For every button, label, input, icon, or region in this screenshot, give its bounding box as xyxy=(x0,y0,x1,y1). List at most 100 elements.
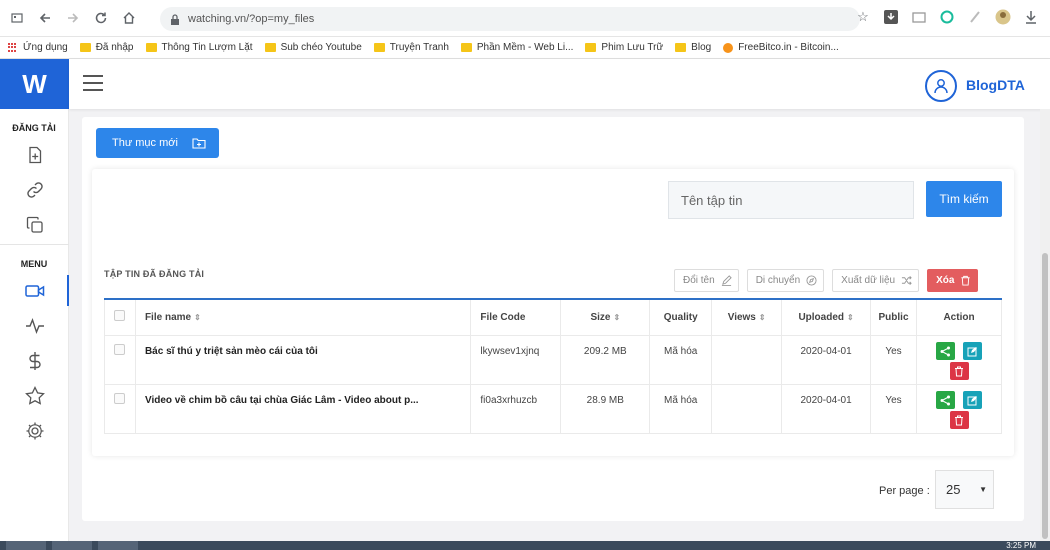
video-icon xyxy=(24,284,44,297)
col-size[interactable]: Size ⇕ xyxy=(560,298,651,336)
sidebar-item-stats[interactable] xyxy=(0,308,69,343)
trash-icon xyxy=(955,415,963,425)
copy-icon xyxy=(26,216,43,233)
search-button[interactable]: Tìm kiếm xyxy=(926,181,1002,217)
sidebar-item-favorites[interactable] xyxy=(0,378,69,413)
table-row: Video về chim bồ câu tại chùa Giác Lâm -… xyxy=(104,383,1002,434)
col-uploaded[interactable]: Uploaded ⇕ xyxy=(781,298,872,336)
new-folder-button[interactable]: Thư mục mới xyxy=(96,128,219,158)
taskbar-app[interactable] xyxy=(52,541,92,550)
bitcoin-icon xyxy=(723,42,734,53)
share-icon xyxy=(940,395,950,405)
file-quality: Mã hóa xyxy=(649,334,713,385)
per-page-select[interactable]: 25 ▼ xyxy=(935,470,994,509)
delete-row-button[interactable] xyxy=(949,362,969,380)
bookmark-item[interactable]: FreeBitco.in - Bitcoin... xyxy=(723,42,839,53)
compass-icon xyxy=(806,275,817,286)
star-bookmark-icon[interactable]: ☆ xyxy=(854,8,872,26)
sidebar-item-earnings[interactable] xyxy=(0,343,69,378)
col-quality: Quality xyxy=(649,298,713,336)
row-select-cell xyxy=(104,383,136,434)
file-plus-icon xyxy=(28,146,41,163)
file-size: 209.2 MB xyxy=(560,334,651,385)
home-icon[interactable] xyxy=(118,7,140,29)
page-scrollbar[interactable] xyxy=(1040,109,1050,542)
folder-icon xyxy=(264,43,276,52)
folder-icon xyxy=(460,43,472,52)
back-icon[interactable] xyxy=(34,7,56,29)
delete-button[interactable]: Xóa xyxy=(927,269,979,292)
bookmark-apps[interactable]: Ứng dụng xyxy=(8,42,68,53)
folder-icon xyxy=(79,43,91,52)
per-page-label: Per page : xyxy=(879,485,930,497)
forward-icon[interactable] xyxy=(62,7,84,29)
extension-icon-3[interactable] xyxy=(966,8,984,26)
search-input[interactable] xyxy=(668,181,914,219)
share-button[interactable] xyxy=(936,391,955,409)
settings-icon xyxy=(26,422,43,439)
extension-icon-1[interactable] xyxy=(910,8,928,26)
folder-icon xyxy=(675,43,687,52)
address-bar[interactable]: watching.vn/?op=my_files xyxy=(160,7,860,31)
tab-icon[interactable] xyxy=(6,7,28,29)
bookmark-item[interactable]: Sub chéo Youtube xyxy=(264,42,362,53)
row-checkbox[interactable] xyxy=(114,343,126,355)
trash-icon xyxy=(955,366,963,376)
scrollbar-thumb[interactable] xyxy=(1042,253,1048,539)
per-page-value: 25 xyxy=(946,482,961,497)
sidebar-item-remote-upload[interactable] xyxy=(0,172,69,207)
file-name[interactable]: Bác sĩ thú y triệt sản mèo cái của tôi xyxy=(134,334,472,385)
user-avatar-icon[interactable] xyxy=(925,70,957,102)
edit-button[interactable] xyxy=(963,342,982,360)
download-extension-icon[interactable] xyxy=(882,8,900,26)
file-quality: Mã hóa xyxy=(649,383,713,434)
activity-icon xyxy=(25,317,44,334)
rename-button[interactable]: Đổi tên xyxy=(674,269,739,292)
share-button[interactable] xyxy=(936,342,955,360)
extension-icon-2[interactable] xyxy=(938,8,956,26)
table-header-row: File name ⇕ File Code Size ⇕ Quality Views… xyxy=(104,298,1002,336)
top-header: BlogDTA xyxy=(69,59,1050,109)
bookmark-item[interactable]: Truyện Tranh xyxy=(373,42,449,53)
edit-button[interactable] xyxy=(963,391,982,409)
bookmark-item[interactable]: Blog xyxy=(675,42,711,53)
sidebar-item-my-videos[interactable] xyxy=(0,273,69,308)
username[interactable]: BlogDTA xyxy=(966,77,1025,93)
bookmark-item[interactable]: Đã nhập xyxy=(79,42,134,53)
taskbar-app[interactable] xyxy=(98,541,138,550)
col-file-name[interactable]: File name ⇕ xyxy=(134,298,472,336)
download-icon[interactable] xyxy=(1022,8,1040,26)
sidebar-item-clone[interactable] xyxy=(0,207,69,242)
row-checkbox[interactable] xyxy=(114,392,126,404)
folder-icon xyxy=(145,43,157,52)
file-code: fi0a3xrhuzcb xyxy=(470,383,562,434)
sidebar: W ĐĂNG TẢI MENU xyxy=(0,59,69,550)
sidebar-item-settings[interactable] xyxy=(0,413,69,448)
file-name[interactable]: Video về chim bồ câu tại chùa Giác Lâm -… xyxy=(134,383,472,434)
profile-avatar-icon[interactable] xyxy=(994,8,1012,26)
bookmark-item[interactable]: Phim Lưu Trữ xyxy=(585,42,663,53)
action-cell xyxy=(916,334,1002,385)
pencil-icon xyxy=(721,275,732,286)
select-all-checkbox[interactable] xyxy=(114,310,126,322)
os-taskbar: 3:25 PM xyxy=(0,541,1050,550)
select-all-cell xyxy=(104,298,136,336)
col-file-code: File Code xyxy=(470,298,562,336)
move-button[interactable]: Di chuyển xyxy=(746,269,825,292)
sort-icon: ⇕ xyxy=(758,312,766,322)
bookmark-item[interactable]: Phần Mềm - Web Li... xyxy=(460,42,573,53)
taskbar-app[interactable] xyxy=(6,541,46,550)
reload-icon[interactable] xyxy=(90,7,112,29)
site-logo[interactable]: W xyxy=(0,59,69,109)
sort-icon: ⇕ xyxy=(194,312,201,322)
files-card: Tìm kiếm TẬP TIN ĐÃ ĐĂNG TẢI Đổi tên Di … xyxy=(92,169,1014,456)
chevron-down-icon: ▼ xyxy=(979,485,987,494)
sidebar-item-upload-file[interactable] xyxy=(0,137,69,172)
bookmark-item[interactable]: Thông Tin Lượm Lặt xyxy=(145,42,253,53)
file-uploaded: 2020-04-01 xyxy=(781,334,872,385)
folder-icon xyxy=(373,43,385,52)
delete-row-button[interactable] xyxy=(949,411,969,429)
menu-toggle-icon[interactable] xyxy=(83,75,103,91)
export-button[interactable]: Xuất dữ liệu xyxy=(832,269,920,292)
col-views[interactable]: Views ⇕ xyxy=(711,298,783,336)
